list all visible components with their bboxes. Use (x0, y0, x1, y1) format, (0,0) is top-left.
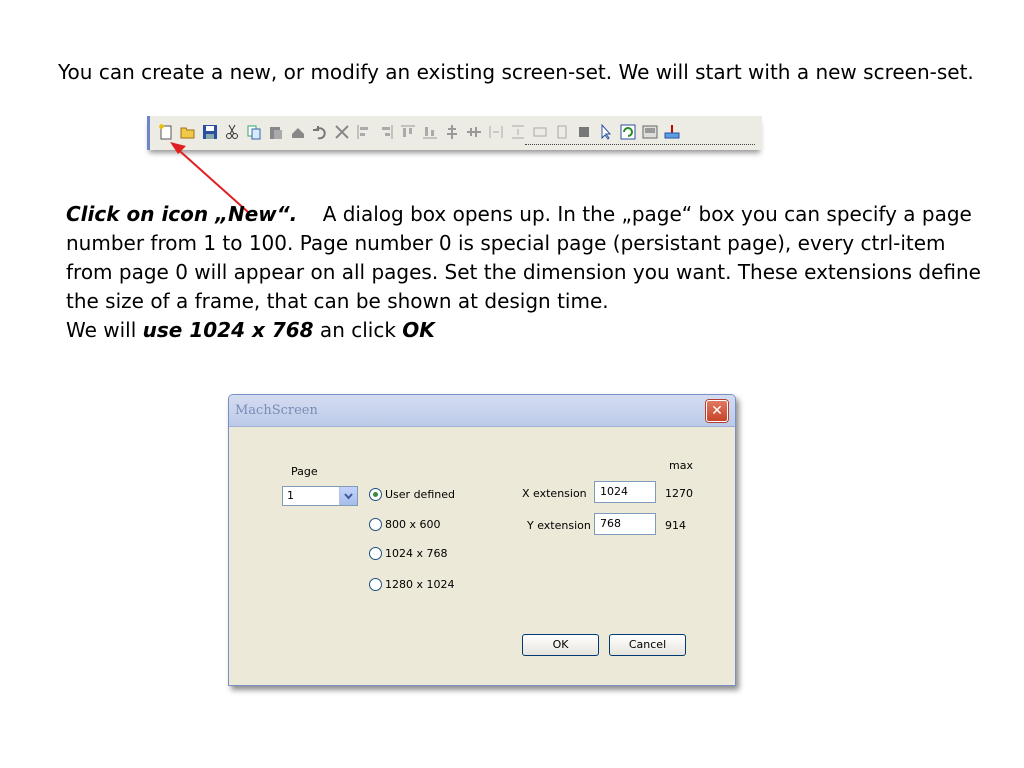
screen-icon[interactable] (640, 122, 659, 141)
toolbar-dotted-line (525, 144, 755, 145)
dialog-title: MachScreen (235, 403, 318, 418)
chevron-down-icon[interactable] (339, 487, 357, 505)
ok-label: OK (402, 318, 435, 342)
use-size-label: use 1024 x 768 (142, 318, 314, 342)
align-bottom-icon[interactable] (420, 122, 439, 141)
dialog-titlebar[interactable]: MachScreen ✕ (229, 395, 735, 427)
paste-icon[interactable] (266, 122, 285, 141)
y-max-value: 914 (665, 519, 686, 532)
radio-button[interactable] (369, 578, 382, 591)
intro-text: You can create a new, or modify an exist… (58, 60, 974, 84)
radio-800x600[interactable]: 800 x 600 (369, 518, 441, 531)
y-extension-input[interactable]: 768 (594, 513, 656, 535)
radio-user-defined[interactable]: User defined (369, 488, 455, 501)
x-extension-input[interactable]: 1024 (594, 481, 656, 503)
open-icon[interactable] (178, 122, 197, 141)
instruction-paragraph: Click on icon „New“. A dialog box opens … (66, 200, 986, 345)
page-label: Page (291, 465, 318, 478)
copy-icon[interactable] (244, 122, 263, 141)
radio-button-selected[interactable] (369, 488, 382, 501)
same-width-icon[interactable] (530, 122, 549, 141)
ok-button[interactable]: OK (522, 634, 599, 656)
page-select[interactable]: 1 (282, 486, 358, 506)
radio-label: 800 x 600 (385, 518, 441, 531)
close-button[interactable]: ✕ (706, 400, 728, 422)
center-horizontal-icon[interactable] (464, 122, 483, 141)
align-right-icon[interactable] (376, 122, 395, 141)
an-click-text: an click (313, 318, 403, 342)
align-left-icon[interactable] (354, 122, 373, 141)
radio-label: 1024 x 768 (385, 547, 448, 560)
refresh-icon[interactable] (618, 122, 637, 141)
radio-1280x1024[interactable]: 1280 x 1024 (369, 578, 455, 591)
cancel-button[interactable]: Cancel (609, 634, 686, 656)
same-height-icon[interactable] (552, 122, 571, 141)
radio-label: User defined (385, 488, 455, 501)
x-max-value: 1270 (665, 487, 693, 500)
space-horizontal-icon[interactable] (486, 122, 505, 141)
align-top-icon[interactable] (398, 122, 417, 141)
pointer-icon[interactable] (596, 122, 615, 141)
radio-button[interactable] (369, 547, 382, 560)
y-extension-label: Y extension (527, 519, 591, 532)
page-select-value: 1 (287, 489, 294, 502)
center-vertical-icon[interactable] (442, 122, 461, 141)
we-will-text: We will (66, 318, 143, 342)
fill-icon[interactable] (574, 122, 593, 141)
machscreen-dialog: MachScreen ✕ Page 1 User defined 800 x 6… (228, 394, 736, 686)
cut-icon[interactable] (222, 122, 241, 141)
space-vertical-icon[interactable] (508, 122, 527, 141)
undo-icon[interactable] (310, 122, 329, 141)
toolbar (147, 116, 762, 150)
insert-icon[interactable] (662, 122, 681, 141)
radio-button[interactable] (369, 518, 382, 531)
max-label: max (669, 459, 693, 472)
paste-special-icon[interactable] (288, 122, 307, 141)
radio-label: 1280 x 1024 (385, 578, 455, 591)
delete-icon[interactable] (332, 122, 351, 141)
new-icon[interactable] (156, 122, 175, 141)
save-icon[interactable] (200, 122, 219, 141)
click-new-label: Click on icon „New“. (66, 202, 298, 226)
x-extension-label: X extension (522, 487, 587, 500)
radio-1024x768[interactable]: 1024 x 768 (369, 547, 448, 560)
